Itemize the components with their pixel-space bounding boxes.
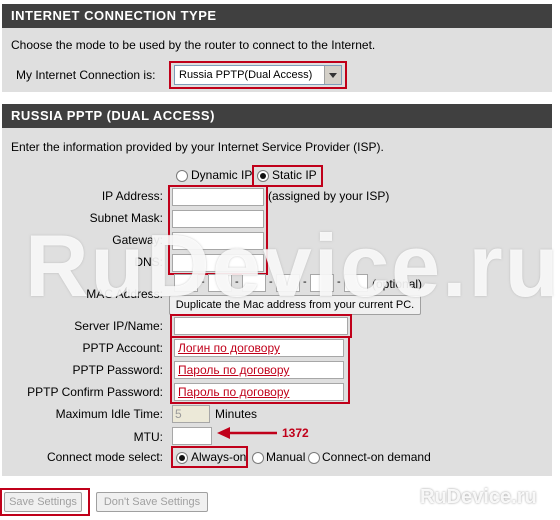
connection-type-highlight bbox=[169, 61, 347, 89]
mac-segment-1[interactable] bbox=[174, 274, 198, 292]
connect-mode-highlight bbox=[171, 446, 248, 468]
connect-on-demand-radio[interactable] bbox=[308, 452, 320, 464]
static-fields-highlight bbox=[168, 185, 268, 275]
static-ip-highlight bbox=[252, 165, 323, 187]
pptp-credentials-highlight bbox=[170, 336, 350, 404]
mac-separator: - bbox=[201, 276, 205, 288]
mac-segment-3[interactable] bbox=[242, 274, 266, 292]
arrow-left-icon bbox=[217, 427, 277, 439]
dns-label: DNS: bbox=[134, 255, 163, 269]
idle-time-input[interactable]: 5 bbox=[172, 405, 210, 423]
connect-on-demand-label: Connect-on demand bbox=[322, 450, 431, 464]
server-ip-highlight bbox=[170, 314, 352, 338]
save-settings-highlight bbox=[0, 488, 90, 516]
connect-manual-label: Manual bbox=[266, 450, 306, 464]
mac-segment-6[interactable] bbox=[344, 274, 368, 292]
pptp-password-label: PPTP Password: bbox=[72, 363, 163, 377]
clone-mac-button[interactable]: Duplicate the Mac address from your curr… bbox=[169, 295, 421, 315]
internet-connection-description: Choose the mode to be used by the router… bbox=[11, 38, 376, 52]
mac-separator: - bbox=[269, 276, 273, 288]
pptp-account-label: PPTP Account: bbox=[82, 341, 164, 355]
mtu-input[interactable] bbox=[172, 427, 212, 445]
connect-mode-label: Connect mode select: bbox=[46, 450, 163, 464]
corner-watermark: RuDevice.ru bbox=[420, 486, 537, 508]
pptp-description: Enter the information provided by your I… bbox=[11, 140, 384, 154]
subnet-mask-label: Subnet Mask: bbox=[89, 211, 163, 225]
idle-time-label: Maximum Idle Time: bbox=[55, 407, 163, 421]
ip-address-hint: (assigned by your ISP) bbox=[268, 189, 390, 203]
mac-segment-5[interactable] bbox=[310, 274, 334, 292]
gateway-label: Gateway: bbox=[112, 233, 163, 247]
mac-segment-2[interactable] bbox=[208, 274, 232, 292]
mac-address-label: MAC Address: bbox=[86, 287, 163, 301]
dynamic-ip-label: Dynamic IP bbox=[191, 168, 253, 182]
mac-separator: - bbox=[303, 276, 307, 288]
idle-time-value: 5 bbox=[175, 407, 182, 421]
server-ip-label: Server IP/Name: bbox=[74, 319, 163, 333]
pptp-confirm-password-label: PPTP Confirm Password: bbox=[27, 385, 163, 399]
mac-segment-4[interactable] bbox=[276, 274, 300, 292]
pptp-header: RUSSIA PPTP (DUAL ACCESS) bbox=[2, 104, 552, 128]
internet-connection-header: INTERNET CONNECTION TYPE bbox=[2, 4, 552, 28]
mac-separator: - bbox=[337, 276, 341, 288]
dont-save-settings-button[interactable]: Don't Save Settings bbox=[96, 492, 208, 512]
mtu-annotation: 1372 bbox=[282, 426, 309, 440]
idle-time-unit: Minutes bbox=[215, 407, 258, 421]
mtu-label: MTU: bbox=[133, 430, 163, 444]
dynamic-ip-radio[interactable] bbox=[176, 170, 188, 182]
mac-hint: (optional) bbox=[372, 277, 423, 291]
connect-manual-radio[interactable] bbox=[252, 452, 264, 464]
connection-type-label: My Internet Connection is: bbox=[16, 68, 156, 82]
ip-address-label: IP Address: bbox=[101, 189, 163, 203]
mac-separator: - bbox=[235, 276, 239, 288]
